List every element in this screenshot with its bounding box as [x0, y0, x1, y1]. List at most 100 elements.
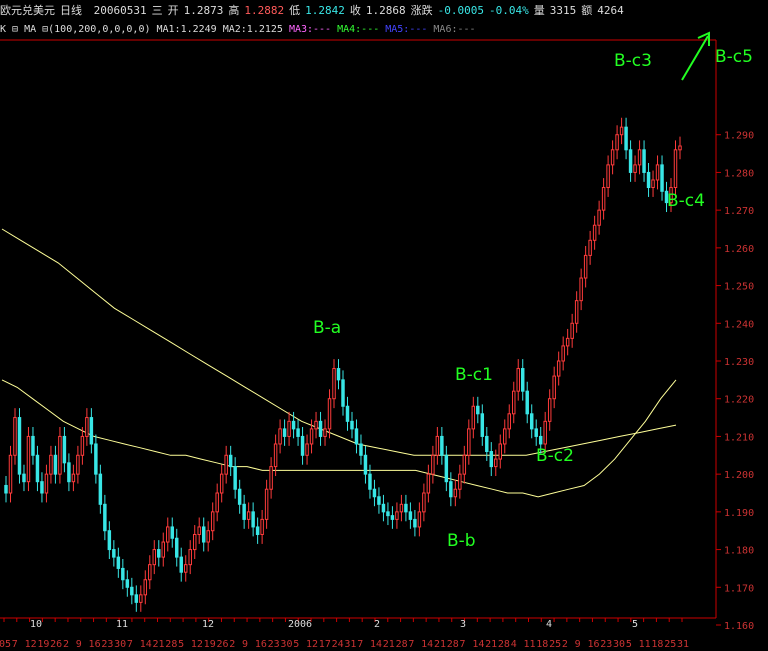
candle-up: [507, 413, 511, 430]
candle-up: [637, 149, 642, 166]
candle-up: [516, 368, 520, 392]
candlestick-chart[interactable]: 1.290 1.280 1.270 1.260 1.250 1.240 1.230 1.220…: [0, 0, 768, 651]
candle-up: [85, 417, 89, 437]
candle-down: [529, 413, 534, 430]
day-tick-label: 28: [165, 639, 177, 650]
candle-up: [395, 511, 399, 520]
annotation-b-c5: B-c5: [715, 47, 753, 67]
candle-up: [610, 149, 615, 166]
candle-up: [278, 428, 282, 445]
candle-up: [422, 492, 426, 513]
candle-up: [327, 398, 332, 430]
day-tick-label: 24: [332, 639, 344, 650]
annotation-b-c2: B-c2: [536, 446, 574, 466]
candle-up: [58, 435, 62, 475]
candle-up: [8, 454, 13, 494]
month-tick-label: 10: [30, 619, 42, 630]
candle-up: [197, 526, 201, 535]
candle-down: [53, 454, 58, 475]
day-tick-label: 14: [140, 639, 152, 650]
day-tick-label: 11: [523, 639, 535, 650]
candle-up: [458, 473, 462, 490]
candle-down: [534, 428, 538, 437]
candle-down: [300, 435, 305, 456]
candle-up: [269, 466, 273, 490]
date-axis: 05 7 12 19 26 2 9 16 23 30 7 14 21 28 5 12 19 26 2 9 16 23 30 5…: [0, 618, 689, 650]
day-tick-label: 12: [25, 639, 37, 650]
candle-up: [574, 300, 579, 324]
candle-down: [444, 454, 449, 483]
candle-down: [112, 549, 116, 558]
candle-down: [228, 454, 233, 468]
price-tick-label: 1.210: [724, 432, 754, 443]
candle-up: [49, 454, 53, 475]
day-tick-label: 21: [485, 639, 497, 650]
day-tick-label: 23: [600, 639, 612, 650]
day-tick-label: 5: [293, 639, 299, 650]
candle-up: [71, 473, 76, 483]
candle-up: [552, 375, 556, 400]
candle-up: [152, 549, 157, 566]
candle-up: [13, 417, 17, 456]
annotation-b-c3: B-c3: [614, 51, 652, 71]
day-tick-label: 2: [562, 639, 568, 650]
price-tick-label: 1.230: [724, 357, 754, 368]
candle-up: [224, 454, 228, 475]
candle-up: [471, 405, 476, 430]
month-tick-label: 5: [632, 619, 638, 630]
candle-down: [17, 417, 22, 475]
candle-down: [62, 435, 67, 464]
candle-down: [201, 526, 206, 543]
day-tick-label: 7: [460, 639, 466, 650]
candle-up: [26, 435, 31, 483]
candle-down: [413, 518, 417, 528]
month-tick-label: 4: [546, 619, 552, 630]
candle-down: [31, 435, 35, 456]
day-tick-label: 30: [613, 639, 625, 650]
candle-up: [651, 179, 655, 189]
candle-down: [408, 511, 413, 520]
day-tick-label: 18: [651, 639, 663, 650]
candle-down: [4, 484, 8, 494]
candle-down: [381, 503, 386, 513]
day-tick-label: 12: [306, 639, 318, 650]
candle-down: [404, 503, 408, 513]
candle-down: [35, 454, 40, 483]
day-tick-label: 31: [677, 639, 689, 650]
annotation-b-b: B-b: [447, 531, 476, 551]
day-tick-label: 9: [575, 639, 581, 650]
candle-down: [175, 537, 179, 558]
candle-down: [646, 171, 651, 189]
annotations: B-a B-b B-c1 B-c2 B-c3 B-c4 B-c5: [313, 47, 753, 551]
candle-down: [251, 511, 255, 528]
day-tick-label: 30: [280, 639, 292, 650]
candle-down: [359, 443, 363, 456]
candle-down: [538, 435, 543, 445]
candle-down: [642, 149, 646, 173]
price-axis: 1.290 1.280 1.270 1.260 1.250 1.240 1.230 1.220…: [716, 131, 754, 632]
candle-down: [624, 126, 628, 151]
day-tick-label: 28: [498, 639, 510, 650]
day-tick-label: 14: [370, 639, 382, 650]
day-tick-label: 4: [511, 639, 517, 650]
candle-down: [130, 586, 134, 596]
candle-down: [291, 420, 296, 430]
candle-down: [157, 549, 161, 558]
day-tick-label: 16: [89, 639, 101, 650]
price-tick-label: 1.180: [724, 546, 754, 557]
candle-down: [350, 420, 354, 430]
candle-up: [273, 443, 278, 468]
candle-up: [80, 435, 85, 456]
candle-up: [417, 511, 422, 528]
candle-down: [336, 368, 341, 381]
price-tick-label: 1.170: [724, 583, 754, 594]
candle-down: [390, 515, 395, 520]
candle-down: [368, 473, 372, 490]
price-tick-label: 1.260: [724, 244, 754, 255]
price-tick-label: 1.160: [724, 621, 754, 632]
candle-up: [556, 360, 561, 377]
candle-down: [40, 481, 44, 494]
candle-up: [192, 533, 197, 551]
candle-up: [305, 443, 309, 456]
candle-up: [673, 149, 678, 189]
